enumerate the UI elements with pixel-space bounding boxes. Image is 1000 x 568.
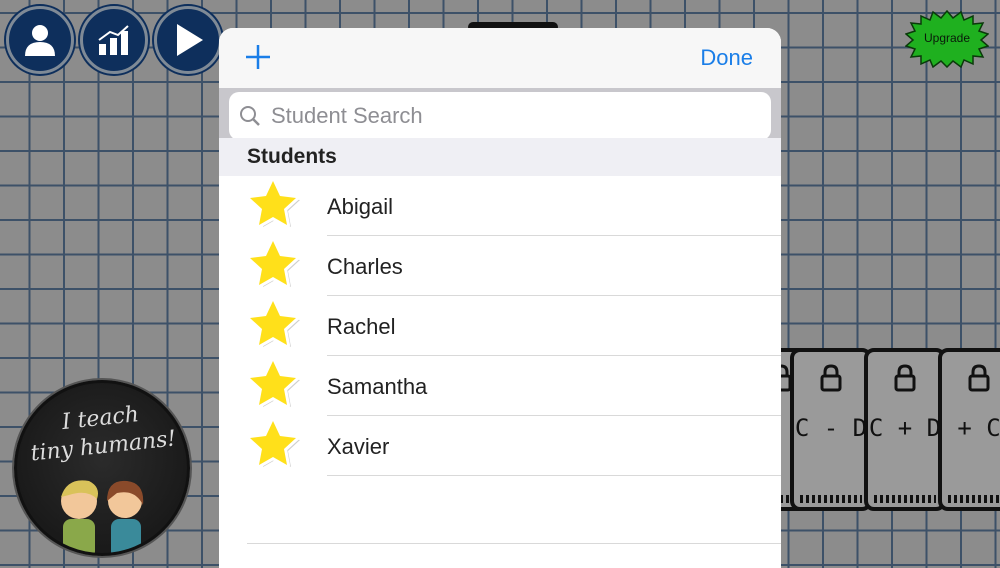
plus-icon: [246, 45, 270, 69]
code-card-label: + C: [957, 414, 1000, 442]
search-field-container[interactable]: [229, 92, 771, 140]
done-button[interactable]: Done: [700, 45, 753, 71]
code-card-label: C - D: [794, 414, 868, 442]
student-name: Abigail: [327, 194, 394, 219]
stats-button[interactable]: [80, 6, 148, 74]
person-icon: [25, 25, 55, 56]
student-row-samantha[interactable]: Samantha: [219, 356, 781, 416]
star-icon: [247, 179, 300, 228]
star-icon: [247, 239, 300, 288]
student-list: Abigail Charles Rachel Samantha Xavier: [219, 176, 781, 476]
profile-button[interactable]: [6, 6, 74, 74]
row-separator: [327, 475, 781, 476]
star-icon: [247, 299, 300, 348]
student-row-abigail[interactable]: Abigail: [219, 176, 781, 236]
kids-illustration-icon: [61, 480, 144, 553]
students-section-header: Students: [219, 138, 781, 176]
code-cards: C - D C + D + C: [740, 340, 1000, 511]
student-row-xavier[interactable]: Xavier: [219, 416, 781, 476]
student-search-input[interactable]: [269, 102, 753, 130]
play-icon: [177, 24, 203, 56]
student-name: Charles: [327, 254, 403, 279]
bar-chart-icon: [98, 25, 129, 55]
star-icon: [247, 419, 300, 468]
star-icon: [247, 359, 300, 408]
list-footer-separator: [247, 543, 781, 544]
student-row-charles[interactable]: Charles: [219, 236, 781, 296]
i-teach-tiny-humans-logo: I teach tiny humans!: [14, 380, 190, 556]
search-icon: [240, 106, 260, 126]
upgrade-button[interactable]: Upgrade: [904, 9, 990, 69]
student-picker-modal: Done Students Abigail: [219, 28, 781, 568]
code-card: + C: [938, 348, 1000, 511]
add-student-button[interactable]: [243, 42, 273, 72]
code-card: C - D: [790, 348, 872, 511]
student-row-rachel[interactable]: Rachel: [219, 296, 781, 356]
lock-icon: [820, 364, 842, 392]
lock-icon: [894, 364, 916, 392]
code-card-label: C + D: [868, 414, 942, 442]
lock-icon: [968, 364, 990, 392]
student-name: Samantha: [327, 374, 428, 399]
search-bar: [219, 88, 781, 140]
upgrade-label: Upgrade: [923, 31, 971, 45]
student-name: Rachel: [327, 314, 396, 339]
modal-header: Done: [219, 28, 781, 88]
student-name: Xavier: [327, 434, 390, 459]
play-button[interactable]: [154, 6, 222, 74]
code-card: C + D: [864, 348, 946, 511]
